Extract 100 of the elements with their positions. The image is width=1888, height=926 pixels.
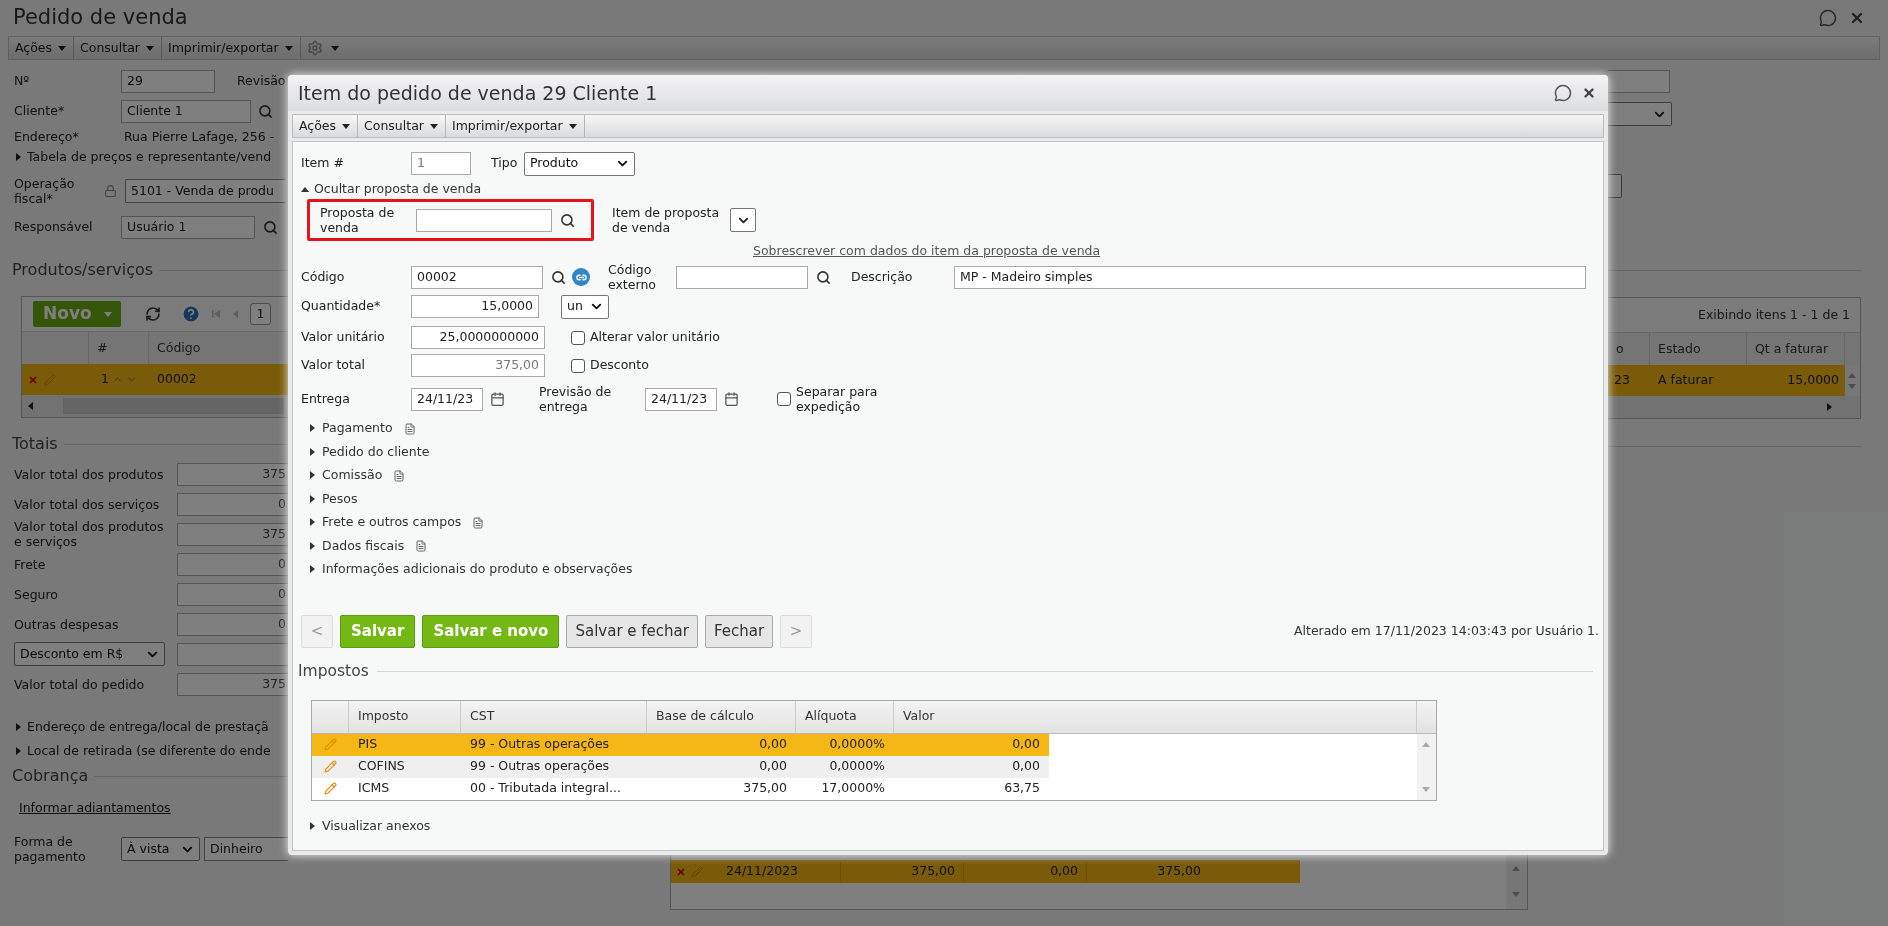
dropdown[interactable]: un [561,294,609,319]
dropdown[interactable]: 5101 - Venda de produ [125,179,285,203]
amount-field[interactable]: 0 [177,582,288,606]
section-toggle[interactable]: Local de retirada (se diferente do ende [14,743,288,759]
section-toggle[interactable]: Tabela de preços e representante/vend [14,149,288,165]
amount-field[interactable]: 0 [177,612,288,636]
menu-button[interactable]: Ações [9,37,75,59]
calendar-icon[interactable] [724,391,739,407]
text-field[interactable]: 29 [121,70,215,93]
close-icon[interactable] [1582,86,1596,100]
field-label: Item de proposta de venda [612,205,721,235]
checkbox[interactable] [571,358,585,373]
link-icon[interactable] [572,268,590,286]
menu-button[interactable]: Consultar [74,37,162,59]
text-field[interactable] [416,208,552,232]
section-toggle[interactable]: Ocultar proposta de venda [301,181,1603,197]
field-label: Item # [301,154,345,173]
table-row[interactable]: COFINS 99 - Outras operações 0,00 0,0000% 0,00 [312,755,1049,778]
caret-icon [14,722,23,732]
column-header: Base de cálculo [647,700,796,733]
section-toggle[interactable]: Pagamento [308,417,416,441]
section-toggle[interactable]: Frete e outros campos [308,511,485,535]
action-button[interactable]: Salvar e novo [422,614,560,648]
text-field[interactable]: Cliente 1 [121,100,251,123]
calendar-icon[interactable] [490,391,505,407]
column-header: CST [461,700,647,733]
refresh-icon[interactable] [145,306,161,322]
text-field[interactable]: Usuário 1 [121,216,255,239]
text-field[interactable]: 375,00 [411,354,545,377]
table-row[interactable]: PIS 99 - Outras operações 0,00 0,0000% 0,00 [312,733,1049,756]
amount-field[interactable]: 375 [177,462,288,486]
page-number-field[interactable]: 1 [250,303,271,325]
search-icon[interactable] [560,212,575,228]
table-row[interactable]: 23 A faturar 15,0000 [1608,365,1845,396]
text-field[interactable]: 24/11/23 [411,387,483,411]
text-field[interactable]: 24/11/23 [645,387,717,411]
delete-icon[interactable] [676,866,686,877]
checkbox[interactable] [777,392,791,406]
caret-icon [330,43,340,53]
close-icon[interactable] [1849,10,1865,26]
dropdown[interactable] [730,208,756,232]
text-field[interactable]: MP - Madeiro simples [954,265,1586,289]
text-field[interactable]: 15,0000 [411,295,539,318]
delete-icon[interactable] [28,374,38,385]
text-field[interactable]: Dinheiro [204,837,288,861]
table-cell-text: 23 [1613,371,1631,390]
dropdown[interactable]: À vista [121,837,200,861]
menu-button[interactable]: Ações [293,115,359,137]
overwrite-link[interactable]: Sobrescrever com dados do item da proposta de venda [753,242,1603,258]
caret-icon [308,518,317,528]
pencil-icon[interactable] [324,760,337,773]
amount-field[interactable]: 0 [177,552,288,576]
dropdown[interactable]: Desconto em R$ [14,642,165,666]
comment-icon[interactable] [1554,84,1572,102]
comment-icon[interactable] [1819,9,1837,27]
search-icon[interactable] [816,269,831,285]
section-toggle[interactable]: Pedido do cliente [308,440,430,464]
amount-field[interactable]: 375 [177,672,288,696]
text-field[interactable]: 1 [411,152,471,175]
text-field[interactable]: 25,0000000000 [411,326,545,349]
scroll-down-icon [1848,381,1857,391]
advance-link[interactable]: Informar adiantamentos [19,799,288,815]
scroll-down-icon [1512,890,1521,899]
section-toggle[interactable]: Dados fiscais [308,534,428,558]
text-field[interactable] [676,265,808,289]
action-button[interactable]: Salvar [340,614,416,648]
section-toggle[interactable]: Comissão [308,464,406,488]
dropdown[interactable] [1608,174,1622,198]
amount-field[interactable] [177,642,288,666]
help-icon[interactable] [181,304,201,324]
section-toggle[interactable]: Visualizar anexos [308,818,431,835]
search-icon[interactable] [551,269,566,285]
table-cell-text: 99 - Outras operações [469,757,611,776]
field-label: Valor unitário [301,328,386,347]
section-toggle[interactable]: Informações adicionais do produto e observações [308,558,633,582]
caret-icon [58,43,68,53]
checkbox[interactable] [571,330,585,345]
section-heading: Totais [12,433,58,455]
pencil-icon[interactable] [324,782,337,795]
dropdown[interactable]: Produto [524,151,635,176]
table-cell-text: 0,00 [1011,757,1041,776]
text-field[interactable] [1608,70,1670,93]
scrollbar-thumb[interactable] [63,398,284,414]
field-label: Previsão de entrega [539,384,613,414]
menu-button[interactable]: Imprimir/exportar [445,115,585,137]
table-row[interactable]: 1 00002 [22,364,288,395]
section-toggle[interactable]: Pesos [308,487,358,511]
menu-button[interactable]: Consultar [358,115,446,137]
field-label: Revisão [237,72,286,91]
action-button[interactable]: Fechar [704,614,774,648]
table-row[interactable]: 24/11/2023 375,00 0,00 375,00 [671,860,1300,883]
menu-button[interactable]: Imprimir/exportar [161,37,301,59]
section-toggle[interactable]: Endereço de entrega/local de prestaçã [14,719,288,735]
column-header: Valor [894,700,1417,733]
text-field[interactable]: 00002 [411,265,543,289]
amount-field[interactable]: 0 [177,492,288,516]
amount-field[interactable]: 375 [177,522,288,546]
dropdown[interactable] [1608,102,1672,126]
previous-page-icon [231,309,240,319]
action-button[interactable]: Salvar e fechar [566,614,698,648]
